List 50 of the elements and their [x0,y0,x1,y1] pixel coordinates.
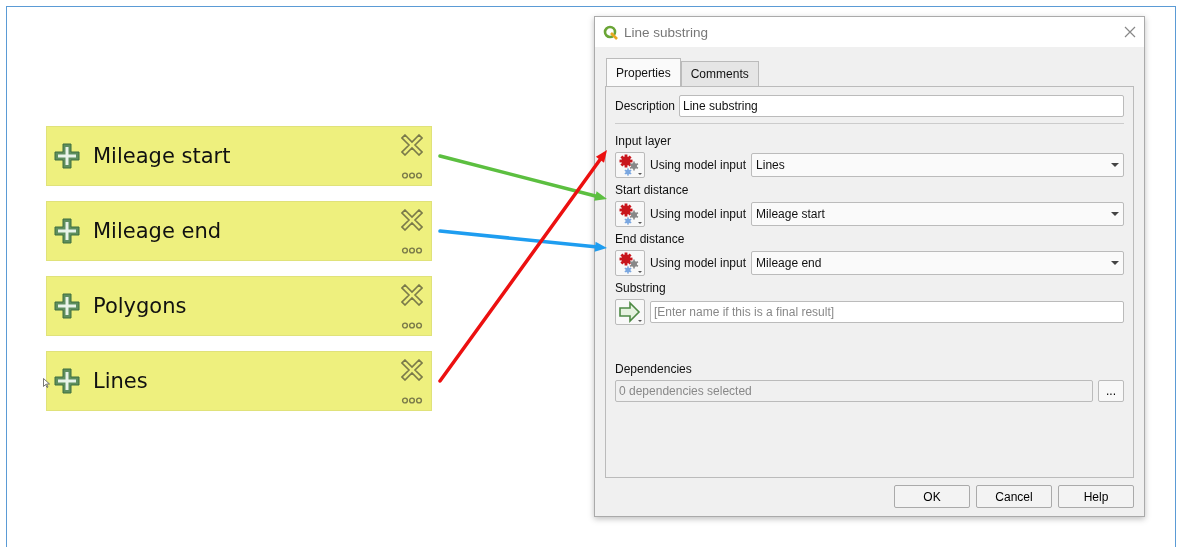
close-icon[interactable] [401,134,423,156]
node-label: Lines [93,369,148,393]
caret-icon [1111,212,1119,216]
input-dropdown[interactable]: Lines [751,153,1124,177]
node-label: Polygons [93,294,187,318]
parameter-label: Start distance [615,183,690,197]
browse-button[interactable]: ... [1098,380,1124,402]
gear-icon[interactable] [615,201,645,227]
more-icon[interactable] [401,172,423,179]
node-label: Mileage end [93,219,222,243]
parameter-label: Input layer [615,134,673,148]
caret-icon [1111,163,1119,167]
dialog-button[interactable]: Cancel [976,485,1052,508]
output-name-field[interactable]: [Enter name if this is a final result] [650,301,1124,323]
node-label: Mileage start [93,144,231,168]
source-label: Using model input [650,256,747,270]
window-title: Line substring [624,24,710,40]
plus-icon [53,292,81,320]
dialog-button[interactable]: OK [894,485,970,508]
source-label: Using model input [650,207,747,221]
tab[interactable]: Comments [680,61,759,86]
dialog-button[interactable]: Help [1058,485,1134,508]
more-icon[interactable] [401,322,423,329]
model-input-node[interactable]: Lines [46,351,432,411]
gear-icon[interactable] [615,250,645,276]
close-icon[interactable] [401,209,423,231]
parameter-label: Substring [615,281,667,295]
source-label: Using model input [650,158,747,172]
close-icon[interactable] [1124,26,1136,38]
more-icon[interactable] [401,397,423,404]
field-label: Description [615,99,676,113]
model-input-node[interactable]: Mileage start [46,126,432,186]
app-logo-icon [603,24,618,40]
caret-icon [1111,261,1119,265]
close-icon[interactable] [401,284,423,306]
more-icon[interactable] [401,247,423,254]
input-dropdown[interactable]: Mileage end [751,251,1124,275]
plus-icon [53,367,81,395]
model-input-node[interactable]: Mileage end [46,201,432,261]
gear-icon[interactable] [615,152,645,178]
cursor-icon [43,378,50,388]
tab[interactable]: Properties [606,58,681,86]
input-dropdown[interactable]: Mileage start [751,202,1124,226]
parameter-label: End distance [615,232,686,246]
parameter-label: Dependencies [615,362,693,376]
plus-icon [53,142,81,170]
close-icon[interactable] [401,359,423,381]
description-field[interactable]: Line substring [679,95,1124,117]
plus-icon [53,217,81,245]
model-input-node[interactable]: Polygons [46,276,432,336]
